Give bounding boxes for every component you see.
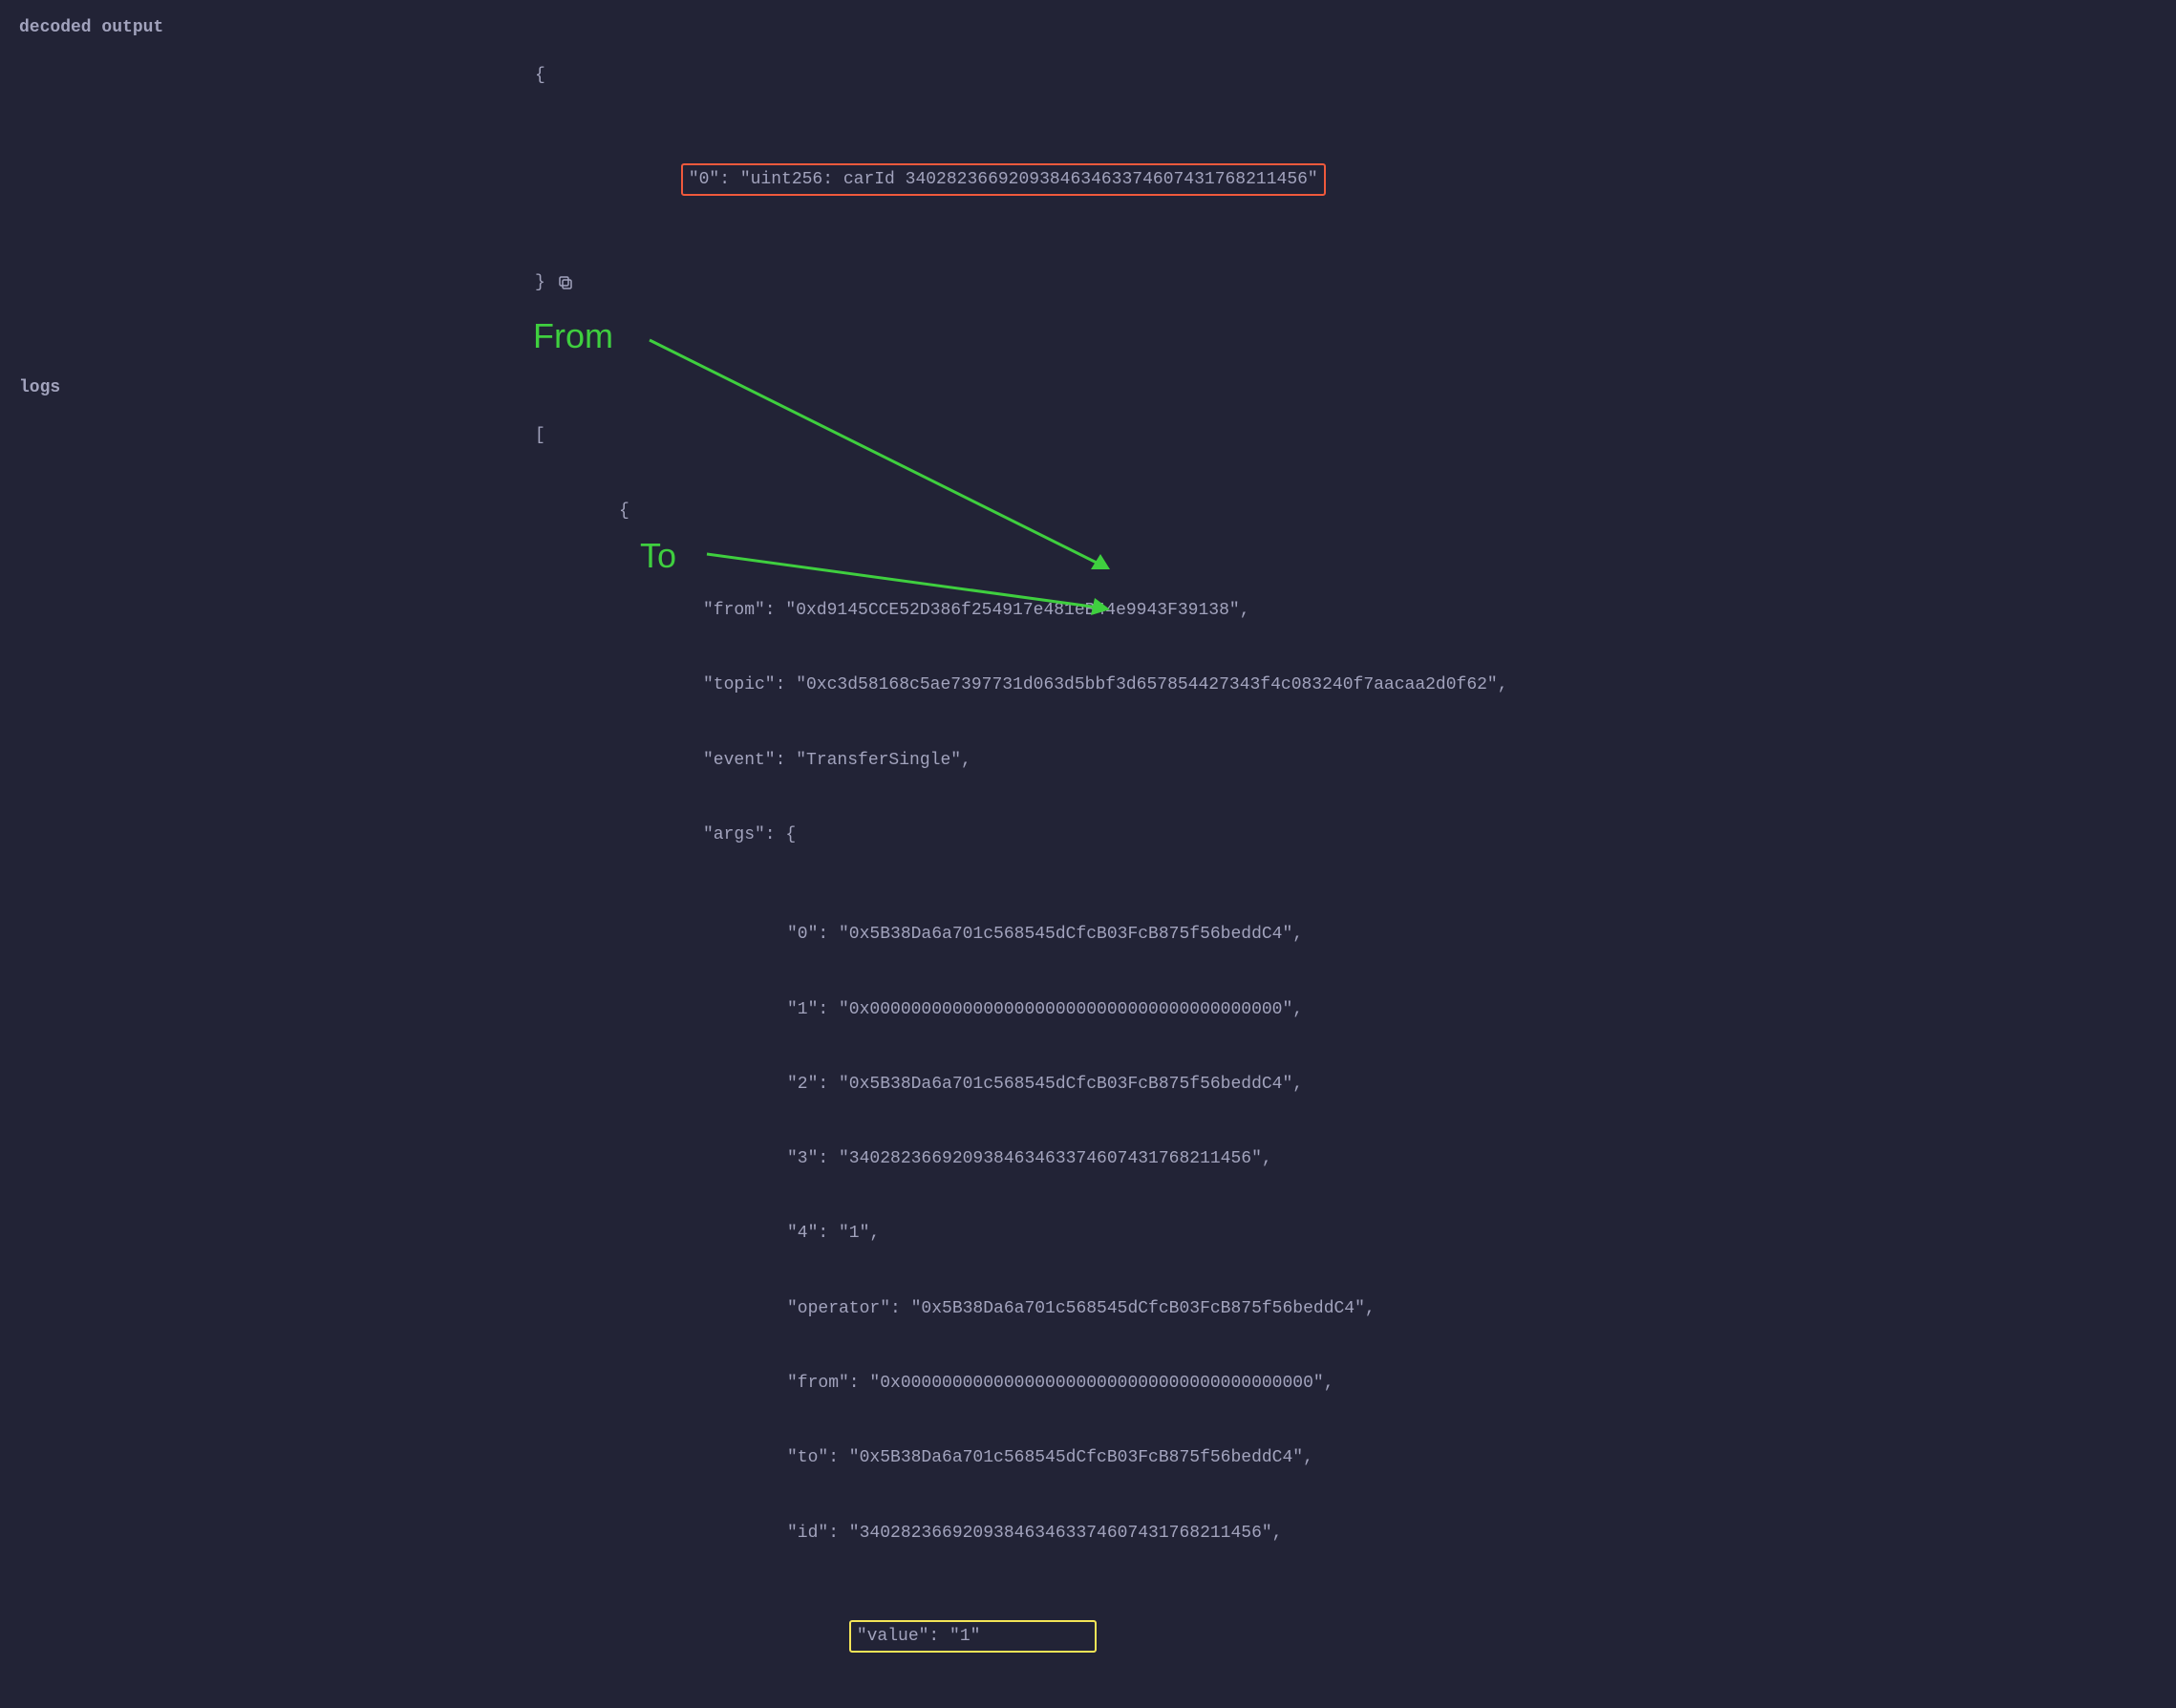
log-arg-from: "from": "0x00000000000000000000000000000… [535,1371,2157,1396]
log-arg-value-highlight: "value": "1" [849,1620,1098,1653]
log-arg-0: "0": "0x5B38Da6a701c568545dCfcB03FcB875f… [535,922,2157,947]
log-arg-value-wrap: "value": "1" [535,1595,2157,1677]
log-arg-3: "3": "3402823669209384634633746074317682… [535,1146,2157,1171]
log-arg-2: "2": "0x5B38Da6a701c568545dCfcB03FcB875f… [535,1072,2157,1097]
log-arg-1: "1": "0x00000000000000000000000000000000… [535,997,2157,1022]
arrow-to [0,0,2176,854]
log-arg-operator: "operator": "0x5B38Da6a701c568545dCfcB03… [535,1296,2157,1321]
log-arg-id: "id": "340282366920938463463374607431768… [535,1521,2157,1546]
log-arg-to: "to": "0x5B38Da6a701c568545dCfcB03FcB875… [535,1445,2157,1470]
log-arg-4: "4": "1", [535,1221,2157,1246]
